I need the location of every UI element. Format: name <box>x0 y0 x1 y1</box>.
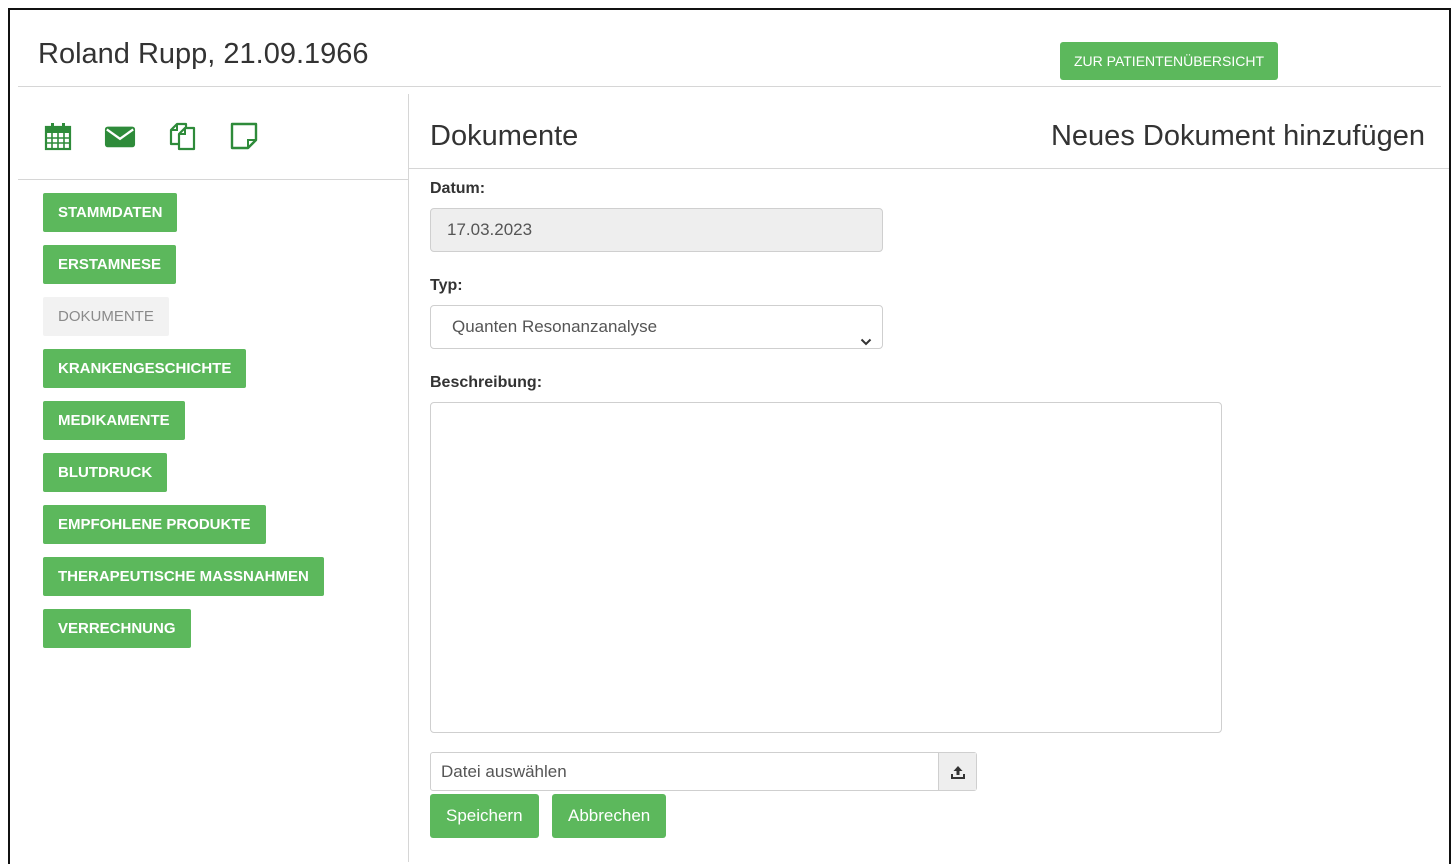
title-divider <box>409 168 1449 169</box>
page-subtitle: Neues Dokument hinzufügen <box>1050 120 1425 152</box>
sidebar-item-therapeutische-massnahmen[interactable]: THERAPEUTISCHE MASSNAHMEN <box>43 557 324 596</box>
type-select[interactable]: Quanten Resonanzanalyse <box>430 305 883 349</box>
chevron-down-icon <box>860 321 872 363</box>
app-frame: Roland Rupp, 21.09.1966 ZUR PATIENTENÜBE… <box>8 8 1451 864</box>
envelope-icon[interactable] <box>104 120 136 152</box>
sidebar-nav: STAMMDATEN ERSTAMNESE DOKUMENTE KRANKENG… <box>43 193 324 661</box>
sidebar-item-erstamnese[interactable]: ERSTAMNESE <box>43 245 177 284</box>
file-input[interactable]: Datei auswählen <box>430 752 977 791</box>
patient-name: Roland Rupp, 21.09.1966 <box>38 38 369 70</box>
sidebar-item-stammdaten[interactable]: STAMMDATEN <box>43 193 178 232</box>
header-divider <box>18 86 1441 87</box>
date-field: 17.03.2023 <box>430 208 883 252</box>
sidebar-item-medikamente[interactable]: MEDIKAMENTE <box>43 401 185 440</box>
page-title: Dokumente <box>430 120 579 152</box>
description-textarea[interactable] <box>430 402 1222 733</box>
sidebar-item-blutdruck[interactable]: BLUTDRUCK <box>43 453 168 492</box>
sidebar-item-krankengeschichte[interactable]: KRANKENGESCHICHTE <box>43 349 247 388</box>
copy-icon[interactable] <box>166 120 198 152</box>
description-label: Beschreibung: <box>430 374 543 391</box>
type-selected-value: Quanten Resonanzanalyse <box>452 317 658 336</box>
sidebar-divider <box>18 179 408 180</box>
file-input-text[interactable]: Datei auswählen <box>431 753 938 790</box>
note-icon[interactable] <box>228 120 260 152</box>
upload-icon[interactable] <box>938 753 976 790</box>
cancel-button[interactable]: Abbrechen <box>552 794 667 838</box>
sidebar-item-verrechnung[interactable]: VERRECHNUNG <box>43 609 191 648</box>
calendar-icon[interactable] <box>42 120 74 152</box>
save-button[interactable]: Speichern <box>430 794 539 838</box>
patient-overview-button[interactable]: ZUR PATIENTENÜBERSICHT <box>1060 42 1279 80</box>
content-divider <box>408 94 409 862</box>
date-value: 17.03.2023 <box>447 220 533 239</box>
toolbar-icons <box>42 120 290 152</box>
type-label: Typ: <box>430 277 463 294</box>
sidebar-item-dokumente[interactable]: DOKUMENTE <box>43 297 169 336</box>
sidebar-item-empfohlene-produkte[interactable]: EMPFOHLENE PRODUKTE <box>43 505 266 544</box>
date-label: Datum: <box>430 180 486 197</box>
